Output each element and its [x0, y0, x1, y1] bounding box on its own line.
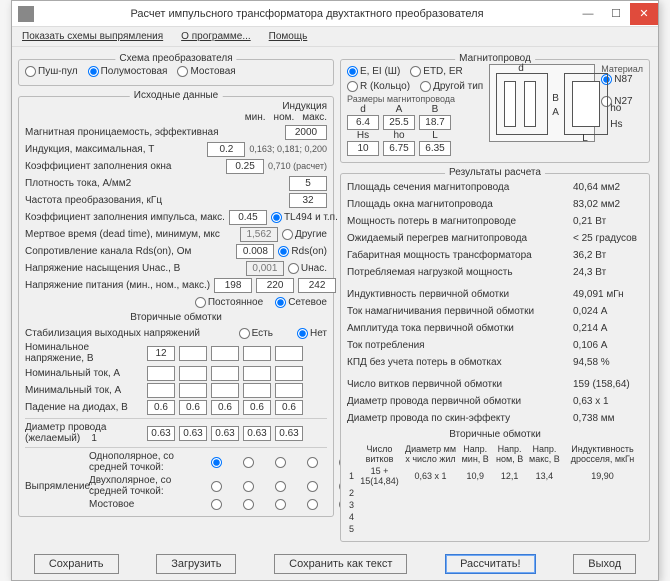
table-row: 2 — [347, 487, 643, 499]
converter-scheme-group: Схема преобразователя Пуш-пул Полумостов… — [18, 59, 334, 86]
menubar: Показать схемы выпрямления О программе..… — [12, 27, 658, 47]
exit-button[interactable]: Выход — [573, 554, 636, 574]
input-l[interactable] — [419, 141, 451, 156]
sec-inom-1[interactable] — [147, 366, 175, 381]
sec-dw-1[interactable] — [147, 426, 175, 441]
menu-show-schemes[interactable]: Показать схемы выпрямления — [22, 31, 163, 42]
sec-u-4[interactable] — [243, 346, 271, 361]
input-ho[interactable] — [383, 141, 415, 156]
sec-dw-3[interactable] — [211, 426, 239, 441]
sec-dw-4[interactable] — [243, 426, 271, 441]
window-title: Расчет импульсного трансформатора двухта… — [40, 8, 574, 20]
input-umax[interactable] — [298, 278, 336, 293]
load-button[interactable]: Загрузить — [156, 554, 236, 574]
sec-imin-3[interactable] — [211, 383, 239, 398]
sec-ud-1[interactable] — [147, 400, 175, 415]
input-deadtime[interactable] — [240, 227, 278, 242]
sec-imin-5[interactable] — [275, 383, 303, 398]
radio-rds[interactable]: Rds(on) — [278, 246, 327, 257]
rect3-3[interactable] — [275, 499, 286, 510]
input-kfill[interactable] — [226, 159, 264, 174]
rect3-2[interactable] — [243, 499, 254, 510]
input-unom[interactable] — [256, 278, 294, 293]
input-j[interactable] — [289, 176, 327, 191]
sec-ud-2[interactable] — [179, 400, 207, 415]
sec-inom-2[interactable] — [179, 366, 207, 381]
titlebar: Расчет импульсного трансформатора двухта… — [12, 1, 658, 27]
save-button[interactable]: Сохранить — [34, 554, 119, 574]
sec-u-2[interactable] — [179, 346, 207, 361]
rect1-2[interactable] — [243, 457, 254, 468]
results-group: Результаты расчета Площадь сечения магни… — [340, 173, 650, 542]
sec-ud-3[interactable] — [211, 400, 239, 415]
maximize-button[interactable]: ☐ — [602, 3, 630, 25]
input-bmax[interactable] — [207, 142, 245, 157]
footer: Сохранить Загрузить Сохранить как текст … — [12, 548, 658, 580]
input-b[interactable] — [419, 115, 451, 130]
minimize-button[interactable]: — — [574, 3, 602, 25]
input-rds[interactable] — [236, 244, 274, 259]
rect2-2[interactable] — [243, 481, 254, 492]
radio-dc[interactable]: Постоянное — [195, 297, 263, 308]
radio-tl494[interactable]: TL494 и т.п. — [271, 212, 338, 223]
app-icon — [18, 6, 34, 22]
rect2-3[interactable] — [275, 481, 286, 492]
rect1-4[interactable] — [307, 457, 318, 468]
sec-ud-5[interactable] — [275, 400, 303, 415]
sec-u-3[interactable] — [211, 346, 239, 361]
sec-inom-5[interactable] — [275, 366, 303, 381]
table-row: 4 — [347, 511, 643, 523]
input-a[interactable] — [383, 115, 415, 130]
input-f[interactable] — [289, 193, 327, 208]
rect1-1[interactable] — [211, 457, 222, 468]
sec-dw-2[interactable] — [179, 426, 207, 441]
rect1-3[interactable] — [275, 457, 286, 468]
rect2-1[interactable] — [211, 481, 222, 492]
radio-ac[interactable]: Сетевое — [275, 297, 327, 308]
rect2-4[interactable] — [307, 481, 318, 492]
input-hs[interactable] — [347, 141, 379, 156]
input-kpul[interactable] — [229, 210, 267, 225]
input-mu[interactable] — [285, 125, 327, 140]
source-data-group: Исходные данные Индукция мин.ном.макс. М… — [18, 96, 334, 517]
core-diagram: d B A ho Hs L — [489, 64, 595, 142]
sec-inom-3[interactable] — [211, 366, 239, 381]
input-umin[interactable] — [214, 278, 252, 293]
table-row: 5 — [347, 523, 643, 535]
radio-core-etd[interactable]: ETD, ER — [410, 66, 462, 77]
magnetic-core-group: Магнитопровод E, EI (Ш) ETD, ER R (Кольц… — [340, 59, 650, 163]
radio-core-r[interactable]: R (Кольцо) — [347, 81, 410, 92]
calculate-button[interactable]: Рассчитать! — [445, 554, 535, 574]
table-row: 115 + 15(14,84)0,63 x 110,912,113,419,90 — [347, 465, 643, 487]
rect3-1[interactable] — [211, 499, 222, 510]
input-unas[interactable] — [246, 261, 284, 276]
menu-about[interactable]: О программе... — [181, 31, 251, 42]
menu-help[interactable]: Помощь — [269, 31, 308, 42]
radio-halfbridge[interactable]: Полумостовая — [88, 66, 168, 77]
sec-dw-5[interactable] — [275, 426, 303, 441]
sec-u-1[interactable] — [147, 346, 175, 361]
sec-imin-2[interactable] — [179, 383, 207, 398]
save-text-button[interactable]: Сохранить как текст — [274, 554, 407, 574]
sec-imin-1[interactable] — [147, 383, 175, 398]
sec-ud-4[interactable] — [243, 400, 271, 415]
radio-stab-yes[interactable]: Есть — [239, 328, 273, 339]
radio-stab-no[interactable]: Нет — [297, 328, 327, 339]
radio-core-e[interactable]: E, EI (Ш) — [347, 66, 400, 77]
sec-inom-4[interactable] — [243, 366, 271, 381]
sec-imin-4[interactable] — [243, 383, 271, 398]
secondary-output-table: Число витковДиаметр мм x число жилНапр. … — [347, 443, 643, 535]
radio-fullbridge[interactable]: Мостовая — [177, 66, 235, 77]
table-row: 3 — [347, 499, 643, 511]
sec-u-5[interactable] — [275, 346, 303, 361]
input-d[interactable] — [347, 115, 379, 130]
radio-core-other[interactable]: Другой тип — [420, 81, 483, 92]
radio-unas[interactable]: Uнас. — [288, 263, 327, 274]
radio-pushpull[interactable]: Пуш-пул — [25, 66, 78, 77]
radio-other[interactable]: Другие — [282, 229, 327, 240]
secondary-grid: Номинальное напряжение, В Номинальный то… — [25, 342, 327, 415]
close-button[interactable]: ✕ — [630, 3, 658, 25]
rect3-4[interactable] — [307, 499, 318, 510]
app-window: Расчет импульсного трансформатора двухта… — [11, 0, 659, 581]
